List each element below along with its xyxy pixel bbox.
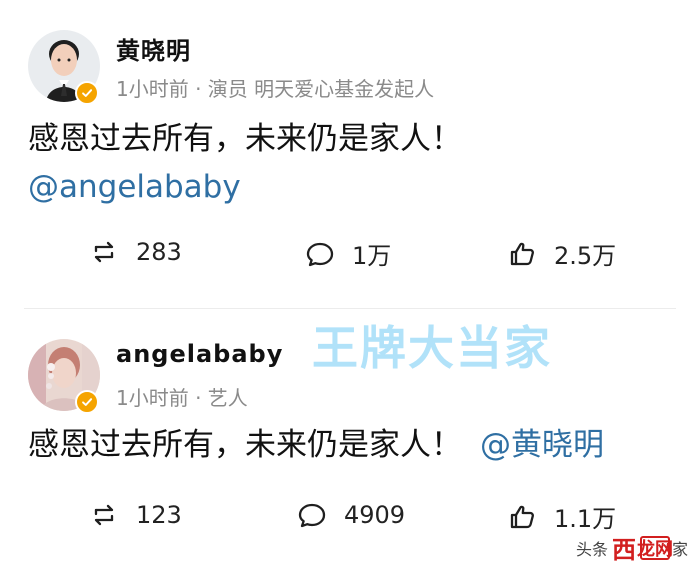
verified-icon: [75, 81, 99, 105]
verified-icon: [75, 390, 99, 414]
comment-icon: [298, 503, 326, 528]
comment-button[interactable]: 4909: [296, 499, 405, 531]
post-author-name[interactable]: 黄晓明: [116, 31, 191, 66]
repost-icon: [94, 504, 114, 526]
repost-button[interactable]: 283: [88, 236, 182, 268]
footer-prefix: 头条: [575, 539, 608, 559]
comment-count: 1万: [352, 242, 392, 270]
post-content: 感恩过去所有，未来仍是家人！: [28, 121, 462, 157]
repost-button[interactable]: 123: [88, 499, 182, 531]
like-count: 1.1万: [554, 505, 617, 533]
post-author-name[interactable]: angelababy: [116, 340, 283, 368]
post-mention[interactable]: @黄晓明: [480, 427, 604, 464]
post-content-row: 感恩过去所有，未来仍是家人！ @黄晓明: [28, 427, 604, 464]
like-icon: [510, 505, 534, 528]
post-meta: 1小时前 · 艺人: [116, 386, 248, 410]
weibo-post-screenshot: { "posts": [ { "username": "黄晓明", "meta"…: [0, 0, 700, 573]
post-1: 黄晓明 1小时前 · 演员 明天爱心基金发起人 感恩过去所有，未来仍是家人！ @…: [0, 0, 700, 308]
comment-count: 4909: [344, 501, 406, 529]
footer-brand-box: 龙网: [637, 535, 673, 560]
comment-icon: [306, 242, 334, 266]
footer-brand: 头条 西 龙网 家: [576, 530, 688, 565]
repost-count: 123: [136, 501, 182, 529]
like-count: 2.5万: [554, 242, 617, 270]
post-mention[interactable]: @angelababy: [28, 169, 241, 206]
like-button[interactable]: 2.5万: [506, 236, 616, 271]
post-meta: 1小时前 · 演员 明天爱心基金发起人: [116, 77, 435, 101]
footer-suffix: 家: [671, 539, 688, 559]
footer-brand-mid: 西: [611, 536, 636, 564]
like-icon: [510, 242, 534, 265]
post-content: 感恩过去所有，未来仍是家人！: [28, 427, 462, 463]
like-button[interactable]: 1.1万: [506, 499, 616, 534]
repost-count: 283: [136, 238, 182, 266]
repost-icon: [94, 241, 114, 263]
comment-button[interactable]: 1万: [304, 236, 391, 271]
